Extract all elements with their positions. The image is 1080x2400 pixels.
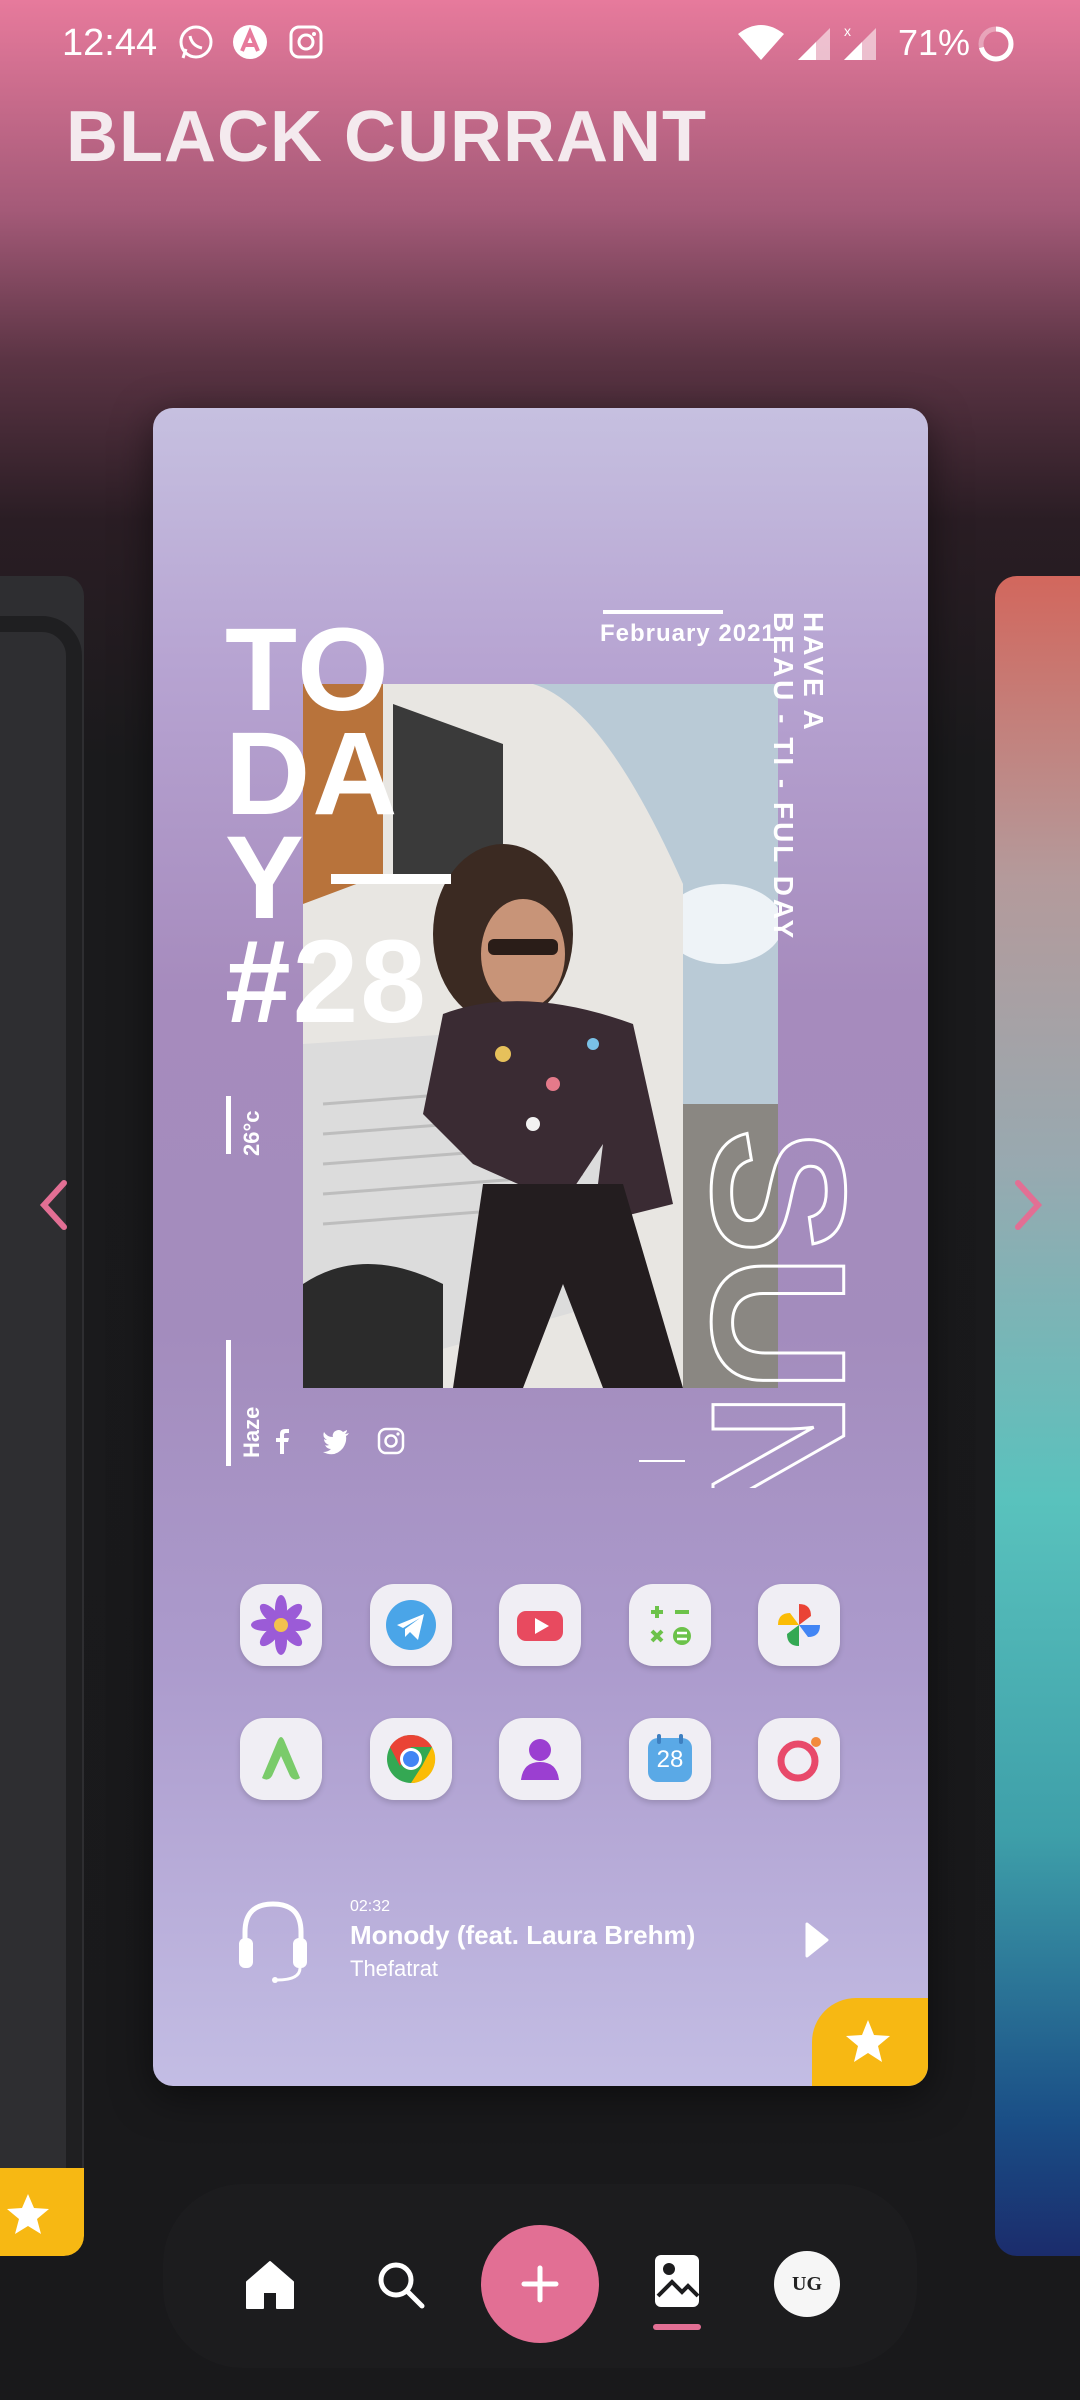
app-opera[interactable] bbox=[758, 1718, 840, 1800]
tagline-line-2: BEAU - TI - FUL DAY bbox=[768, 612, 799, 942]
app-photos[interactable] bbox=[758, 1584, 840, 1666]
headphones-icon bbox=[239, 1901, 307, 1983]
photos-icon bbox=[778, 1604, 820, 1646]
track-title: Monody (feat. Laura Brehm) bbox=[350, 1920, 696, 1950]
battery-percent: 71% bbox=[898, 22, 971, 63]
chrome-icon bbox=[387, 1734, 436, 1784]
today-heading: TO DA Y #28 bbox=[225, 604, 428, 1048]
track-artist: Thefatrat bbox=[350, 1956, 439, 1981]
sun-word: SUN bbox=[673, 1128, 873, 1488]
app-telegram[interactable] bbox=[370, 1584, 452, 1666]
today-line-1: TO bbox=[225, 604, 391, 736]
app-contacts[interactable] bbox=[499, 1718, 581, 1800]
signal-icon bbox=[798, 28, 830, 60]
app-chrome[interactable] bbox=[370, 1718, 452, 1800]
previous-arrow-icon[interactable] bbox=[34, 1175, 74, 1235]
app-calculator[interactable] bbox=[629, 1584, 711, 1666]
calendar-day: 28 bbox=[656, 1746, 684, 1773]
app-title: BLACK CURRANT bbox=[66, 97, 707, 177]
signal-x-icon: x bbox=[844, 23, 876, 60]
whatsapp-icon bbox=[179, 25, 213, 59]
weather-label: Haze bbox=[239, 1406, 264, 1458]
weather-bar bbox=[226, 1340, 231, 1466]
wifi-icon bbox=[738, 25, 784, 60]
previous-card-frame bbox=[0, 616, 82, 2248]
theme-preview-card[interactable]: TO DA Y #28 February 2021 HAVE A BEAU - … bbox=[153, 408, 928, 2086]
track-time: 02:32 bbox=[350, 1898, 391, 1915]
sun-outline-text: SUN bbox=[673, 1128, 873, 1488]
wallpaper-icon[interactable] bbox=[652, 2252, 702, 2310]
instagram-social-icon[interactable] bbox=[376, 1426, 406, 1456]
next-arrow-icon[interactable] bbox=[1008, 1175, 1048, 1235]
app-flower[interactable] bbox=[240, 1584, 322, 1666]
next-theme-card[interactable] bbox=[995, 576, 1080, 2256]
date-label: February 2021 bbox=[600, 620, 776, 647]
battery-icon bbox=[978, 26, 1014, 62]
previous-favorite-badge[interactable] bbox=[0, 2168, 84, 2256]
favorite-button[interactable] bbox=[812, 1998, 928, 2086]
twitter-icon[interactable] bbox=[321, 1426, 351, 1456]
tagline-line-1: HAVE A bbox=[798, 612, 829, 733]
temperature-label: 26°c bbox=[239, 1110, 264, 1156]
add-button[interactable] bbox=[481, 2225, 599, 2343]
play-icon[interactable] bbox=[801, 1920, 831, 1960]
add-icon bbox=[521, 2265, 559, 2303]
instagram-icon bbox=[289, 25, 323, 59]
today-dash bbox=[331, 874, 451, 884]
calculator-icon bbox=[650, 1606, 691, 1645]
svg-text:x: x bbox=[844, 23, 851, 39]
temperature-bar bbox=[226, 1096, 231, 1154]
facebook-icon[interactable] bbox=[267, 1426, 297, 1456]
app-a-icon bbox=[262, 1737, 300, 1780]
app-youtube[interactable] bbox=[499, 1584, 581, 1666]
flower-icon bbox=[251, 1595, 311, 1655]
star-icon bbox=[846, 2020, 890, 2062]
star-icon bbox=[7, 2194, 49, 2234]
status-bar: 12:44 x 71% bbox=[0, 0, 1080, 90]
search-icon[interactable] bbox=[374, 2258, 428, 2312]
app-a[interactable] bbox=[240, 1718, 322, 1800]
tagline: HAVE A BEAU - TI - FUL DAY bbox=[768, 612, 829, 942]
day-number: #28 bbox=[225, 916, 428, 1048]
status-time: 12:44 bbox=[62, 22, 158, 64]
contacts-icon bbox=[521, 1739, 559, 1780]
active-tab-indicator bbox=[653, 2324, 701, 2330]
youtube-icon bbox=[517, 1611, 563, 1641]
telegram-icon bbox=[386, 1600, 436, 1650]
previous-theme-card[interactable] bbox=[0, 576, 84, 2256]
home-icon[interactable] bbox=[241, 2256, 299, 2314]
social-divider bbox=[639, 1460, 685, 1462]
today-line-2: DA bbox=[225, 708, 400, 840]
app-calendar[interactable]: 28 bbox=[629, 1718, 711, 1800]
date-divider bbox=[603, 610, 723, 614]
opera-icon bbox=[777, 1737, 821, 1782]
app-a-icon bbox=[233, 25, 267, 59]
profile-avatar[interactable]: UG bbox=[774, 2251, 840, 2317]
